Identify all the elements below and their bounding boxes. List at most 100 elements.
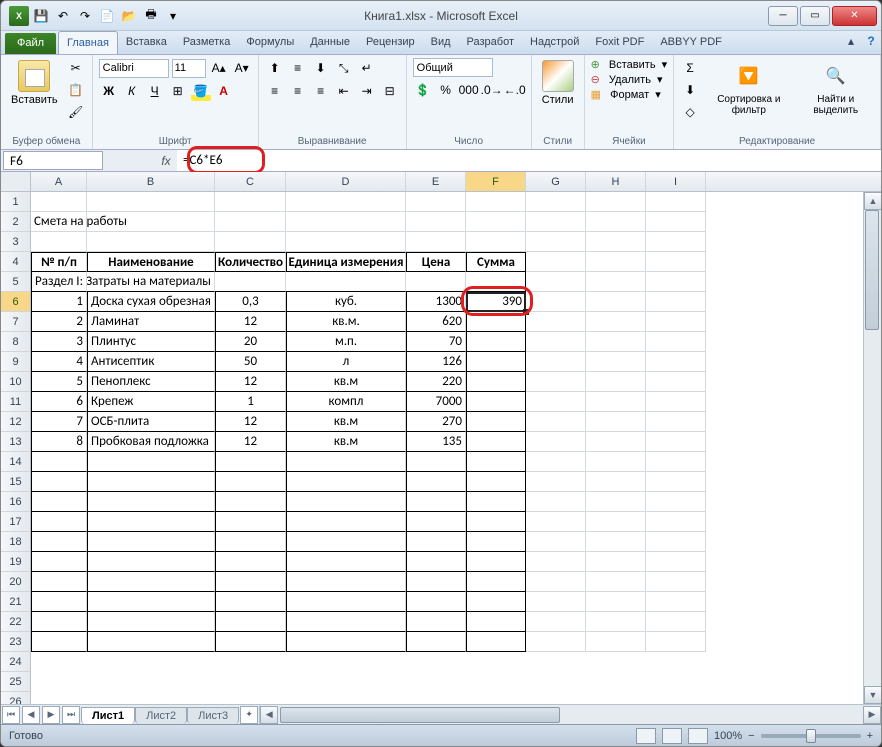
- empty-cell[interactable]: [406, 612, 466, 632]
- sheet-nav-last-icon[interactable]: ⏭: [62, 706, 80, 724]
- insert-cells-button[interactable]: ⊕ Вставить ▾: [591, 58, 668, 71]
- tab-review[interactable]: Рецензир: [358, 31, 423, 54]
- close-button[interactable]: ✕: [832, 6, 877, 26]
- cell-G14[interactable]: [526, 452, 586, 472]
- scroll-down-icon[interactable]: ▼: [864, 686, 881, 704]
- cell-I22[interactable]: [646, 612, 706, 632]
- cell-H8[interactable]: [586, 332, 646, 352]
- empty-cell[interactable]: [87, 512, 215, 532]
- format-cells-button[interactable]: ▦ Формат ▾: [591, 88, 661, 101]
- empty-cell[interactable]: [87, 472, 215, 492]
- section-border[interactable]: [466, 272, 526, 292]
- cell-C3[interactable]: [215, 232, 286, 252]
- cell-G3[interactable]: [526, 232, 586, 252]
- empty-cell[interactable]: [466, 552, 526, 572]
- zoom-slider[interactable]: [761, 734, 861, 738]
- tab-developer[interactable]: Разработ: [459, 31, 522, 54]
- cell-G11[interactable]: [526, 392, 586, 412]
- col-header-G[interactable]: G: [526, 172, 586, 191]
- align-middle-icon[interactable]: ≡: [288, 58, 308, 78]
- number-format-select[interactable]: [413, 58, 493, 77]
- empty-cell[interactable]: [87, 632, 215, 652]
- empty-cell[interactable]: [286, 492, 406, 512]
- align-center-icon[interactable]: ≡: [288, 81, 308, 101]
- row-header-17[interactable]: 17: [1, 512, 30, 532]
- cell-G10[interactable]: [526, 372, 586, 392]
- increase-font-icon[interactable]: A▴: [209, 58, 229, 78]
- empty-cell[interactable]: [215, 632, 286, 652]
- cell-E2[interactable]: [406, 212, 466, 232]
- qat-more-icon[interactable]: ▾: [163, 6, 183, 26]
- cell-H7[interactable]: [586, 312, 646, 332]
- row-header-12[interactable]: 12: [1, 412, 30, 432]
- row-unit[interactable]: куб.: [286, 292, 406, 312]
- row-header-4[interactable]: 4: [1, 252, 30, 272]
- row-header-22[interactable]: 22: [1, 612, 30, 632]
- normal-view-icon[interactable]: [636, 728, 656, 744]
- row-qty[interactable]: 20: [215, 332, 286, 352]
- cell-H11[interactable]: [586, 392, 646, 412]
- clear-icon[interactable]: ◇: [680, 102, 700, 122]
- cell-G1[interactable]: [526, 192, 586, 212]
- empty-cell[interactable]: [406, 552, 466, 572]
- col-header-H[interactable]: H: [586, 172, 646, 191]
- col-header-E[interactable]: E: [406, 172, 466, 191]
- col-header-A[interactable]: A: [31, 172, 87, 191]
- col-header-C[interactable]: C: [215, 172, 286, 191]
- format-painter-icon[interactable]: 🖌: [66, 102, 86, 122]
- tab-addins[interactable]: Надстрой: [522, 31, 587, 54]
- col-header-B[interactable]: B: [87, 172, 215, 191]
- sheet-nav-first-icon[interactable]: ⏮: [2, 706, 20, 724]
- indent-dec-icon[interactable]: ⇤: [334, 81, 354, 101]
- row-unit[interactable]: л: [286, 352, 406, 372]
- empty-cell[interactable]: [87, 592, 215, 612]
- empty-cell[interactable]: [31, 612, 87, 632]
- empty-cell[interactable]: [286, 452, 406, 472]
- table-header-f[interactable]: Сумма: [466, 252, 526, 272]
- empty-cell[interactable]: [87, 452, 215, 472]
- tab-layout[interactable]: Разметка: [175, 31, 239, 54]
- empty-cell[interactable]: [406, 572, 466, 592]
- empty-cell[interactable]: [215, 552, 286, 572]
- fill-handle[interactable]: [523, 309, 529, 315]
- cell-I9[interactable]: [646, 352, 706, 372]
- empty-cell[interactable]: [31, 492, 87, 512]
- row-header-23[interactable]: 23: [1, 632, 30, 652]
- dec-decimal-icon[interactable]: ←.0: [505, 80, 525, 100]
- cell-F1[interactable]: [466, 192, 526, 212]
- cell-I17[interactable]: [646, 512, 706, 532]
- vertical-scrollbar[interactable]: ▲ ▼: [863, 192, 881, 704]
- align-bottom-icon[interactable]: ⬇: [311, 58, 331, 78]
- row-name[interactable]: Плинтус: [87, 332, 215, 352]
- empty-cell[interactable]: [286, 592, 406, 612]
- row-header-8[interactable]: 8: [1, 332, 30, 352]
- empty-cell[interactable]: [31, 592, 87, 612]
- cell-I13[interactable]: [646, 432, 706, 452]
- col-header-D[interactable]: D: [286, 172, 406, 191]
- row-header-5[interactable]: 5: [1, 272, 30, 292]
- row-num[interactable]: 3: [31, 332, 87, 352]
- table-header-b[interactable]: Наименование: [87, 252, 215, 272]
- row-unit[interactable]: компл: [286, 392, 406, 412]
- row-header-13[interactable]: 13: [1, 432, 30, 452]
- row-unit[interactable]: м.п.: [286, 332, 406, 352]
- zoom-out-icon[interactable]: −: [748, 730, 754, 742]
- hscroll-thumb[interactable]: [280, 707, 560, 723]
- paste-button[interactable]: Вставить: [7, 58, 62, 108]
- delete-cells-button[interactable]: ⊖ Удалить ▾: [591, 73, 663, 86]
- title-cell[interactable]: Смета на работы: [31, 212, 406, 232]
- row-name[interactable]: Доска сухая обрезная: [87, 292, 215, 312]
- empty-cell[interactable]: [406, 452, 466, 472]
- row-sum[interactable]: 390: [466, 292, 526, 312]
- cell-G19[interactable]: [526, 552, 586, 572]
- cell-H19[interactable]: [586, 552, 646, 572]
- row-qty[interactable]: 50: [215, 352, 286, 372]
- italic-icon[interactable]: К: [122, 81, 142, 101]
- cell-I11[interactable]: [646, 392, 706, 412]
- empty-cell[interactable]: [466, 612, 526, 632]
- comma-icon[interactable]: 000: [459, 80, 479, 100]
- empty-cell[interactable]: [215, 612, 286, 632]
- percent-icon[interactable]: %: [436, 80, 456, 100]
- formula-bar[interactable]: [177, 150, 881, 171]
- row-price[interactable]: 7000: [406, 392, 466, 412]
